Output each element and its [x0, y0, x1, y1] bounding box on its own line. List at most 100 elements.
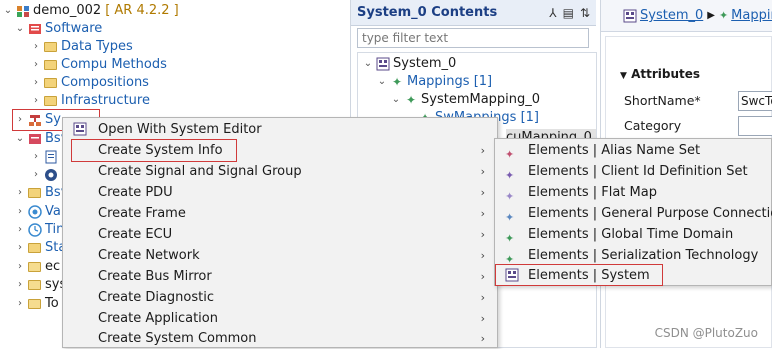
menu-item-label: Create System Common	[98, 331, 257, 346]
submenu-item-client-id[interactable]: ✦ Elements | Client Id Definition Set	[495, 161, 771, 182]
collapsed-chevron-icon[interactable]: ›	[14, 239, 26, 257]
menu-item-create-bus-mirror[interactable]: Create Bus Mirror ›	[63, 266, 497, 287]
collapse-triangle-icon[interactable]: ▼	[620, 71, 627, 81]
tree-item-label: ec	[45, 259, 61, 274]
shortname-field[interactable]: SwcTo	[738, 91, 772, 111]
diamond-icon: ✦	[405, 93, 417, 107]
collapsed-chevron-icon[interactable]: ›	[14, 184, 26, 202]
tree-row-bsw-child-2[interactable]: ›	[30, 166, 61, 184]
submenu-arrow-icon: ›	[480, 165, 485, 178]
sort-icon[interactable]: ⇅	[580, 6, 590, 20]
expand-chevron-icon[interactable]: ⌄	[14, 20, 26, 38]
tree-row-sta[interactable]: › Sta	[14, 239, 66, 257]
collapsed-chevron-icon[interactable]: ›	[30, 56, 42, 74]
submenu-arrow-icon: ›	[480, 332, 485, 345]
root-label: demo_002	[33, 3, 102, 18]
category-field[interactable]	[738, 116, 772, 136]
menu-item-create-pdu[interactable]: Create PDU ›	[63, 182, 497, 203]
tree-row-tin[interactable]: › Tin	[14, 221, 64, 239]
submenu-item-flat-map[interactable]: ✦ Elements | Flat Map	[495, 182, 771, 203]
tree-row-root[interactable]: ⌄ demo_002 [ AR 4.2.2 ]	[2, 2, 179, 20]
menu-item-label: Create Application	[98, 311, 218, 326]
tree-row-bsw-child-1[interactable]: ›	[30, 148, 61, 166]
tree-row-compositions[interactable]: › Compositions	[30, 74, 149, 92]
submenu-item-global-time-domain[interactable]: ✦ Elements | Global Time Domain	[495, 224, 771, 245]
document-icon[interactable]: ▤	[563, 6, 574, 20]
submenu-item-label: Elements | Flat Map	[528, 185, 657, 200]
tree-row-sys[interactable]: › sys	[14, 276, 66, 294]
contents-item-label: System_0	[393, 56, 457, 71]
submenu-item-serialization-technology[interactable]: ✦ Elements | Serialization Technology	[495, 245, 771, 266]
breadcrumb-separator-icon: ▶	[707, 10, 715, 21]
highlight-elements-system	[495, 264, 663, 286]
collapsed-chevron-icon[interactable]: ›	[14, 221, 26, 239]
collapsed-chevron-icon[interactable]: ›	[30, 166, 42, 184]
collapsed-chevron-icon[interactable]: ›	[14, 276, 26, 294]
tree-row-ec[interactable]: › ec	[14, 258, 60, 276]
expand-chevron-icon[interactable]: ⌄	[2, 2, 14, 20]
system-icon	[376, 57, 390, 71]
expand-chevron-icon[interactable]: ⌄	[376, 73, 388, 91]
menu-item-create-frame[interactable]: Create Frame ›	[63, 203, 497, 224]
tree-row-va[interactable]: › Va	[14, 203, 61, 221]
submenu-item-label: Elements | Global Time Domain	[528, 227, 734, 242]
expand-chevron-icon[interactable]: ⌄	[14, 130, 26, 148]
shortname-label: ShortName*	[624, 93, 701, 108]
submenu-arrow-icon: ›	[480, 249, 485, 262]
tree-row-software[interactable]: ⌄ Software	[14, 20, 103, 38]
tree-row-data-types[interactable]: › Data Types	[30, 38, 133, 56]
tree-row-infrastructure[interactable]: › Infrastructure	[30, 92, 150, 110]
folder-icon	[28, 243, 41, 253]
submenu: ✦ Elements | Alias Name Set ✦ Elements |…	[494, 138, 772, 286]
project-icon	[16, 4, 30, 18]
contents-item-label: Mappings [1]	[407, 74, 493, 89]
tree-item-label: Data Types	[61, 39, 133, 54]
expand-chevron-icon[interactable]: ⌄	[390, 91, 402, 109]
collapsed-chevron-icon[interactable]: ›	[14, 203, 26, 221]
menu-item-create-signal[interactable]: Create Signal and Signal Group ›	[63, 161, 497, 182]
submenu-item-general-purpose-connection[interactable]: ✦ Elements | General Purpose Connection	[495, 203, 772, 224]
menu-item-create-diagnostic[interactable]: Create Diagnostic ›	[63, 287, 497, 308]
folder-icon	[44, 42, 57, 52]
submenu-item-alias-name-set[interactable]: ✦ Elements | Alias Name Set	[495, 140, 771, 161]
submenu-arrow-icon: ›	[480, 270, 485, 283]
contents-row-system[interactable]: ⌄ System_0	[362, 55, 456, 73]
menu-item-create-network[interactable]: Create Network ›	[63, 245, 497, 266]
folder-icon	[28, 188, 41, 198]
open-folder-icon	[28, 299, 41, 309]
highlight-create-system-info	[71, 139, 237, 162]
tree-row-bsw[interactable]: ⌄ Bsv	[14, 130, 69, 148]
collapsed-chevron-icon[interactable]: ›	[30, 38, 42, 56]
breadcrumb-mapping-link[interactable]: Mapping	[731, 8, 772, 23]
expand-chevron-icon[interactable]: ⌄	[362, 55, 374, 73]
menu-item-label: Create Network	[98, 248, 200, 263]
folder-icon	[44, 60, 57, 70]
hierarchy-icon[interactable]: ⅄	[549, 6, 556, 20]
breadcrumb-system-link[interactable]: System_0	[640, 8, 703, 23]
menu-item-open-with-system-editor[interactable]: Open With System Editor	[63, 119, 497, 140]
collapsed-chevron-icon[interactable]: ›	[14, 295, 26, 313]
submenu-item-label: Elements | Alias Name Set	[528, 143, 701, 158]
folder-icon	[44, 78, 57, 88]
submenu-arrow-icon: ›	[480, 312, 485, 325]
tree-row-to[interactable]: › To	[14, 295, 59, 313]
menu-item-label: Create PDU	[98, 185, 173, 200]
menu-item-create-application[interactable]: Create Application ›	[63, 308, 497, 329]
contents-row-mappings[interactable]: ⌄ ✦ Mappings [1]	[376, 73, 492, 91]
contents-row-system-mapping[interactable]: ⌄ ✦ SystemMapping_0	[390, 91, 540, 109]
software-label: Software	[45, 21, 103, 36]
clock-icon	[28, 223, 42, 237]
filter-input[interactable]	[357, 28, 589, 48]
attributes-section[interactable]: ▼ Attributes	[620, 67, 700, 81]
folder-icon	[44, 96, 57, 106]
menu-item-create-ecu[interactable]: Create ECU ›	[63, 224, 497, 245]
tree-row-bsw2[interactable]: › Bsv	[14, 184, 68, 202]
collapsed-chevron-icon[interactable]: ›	[30, 148, 42, 166]
tree-row-compu-methods[interactable]: › Compu Methods	[30, 56, 167, 74]
tree-item-label: Infrastructure	[61, 93, 150, 108]
collapsed-chevron-icon[interactable]: ›	[30, 92, 42, 110]
collapsed-chevron-icon[interactable]: ›	[30, 74, 42, 92]
collapsed-chevron-icon[interactable]: ›	[14, 258, 26, 276]
menu-item-create-system-common[interactable]: Create System Common ›	[63, 328, 497, 349]
submenu-arrow-icon: ›	[480, 291, 485, 304]
